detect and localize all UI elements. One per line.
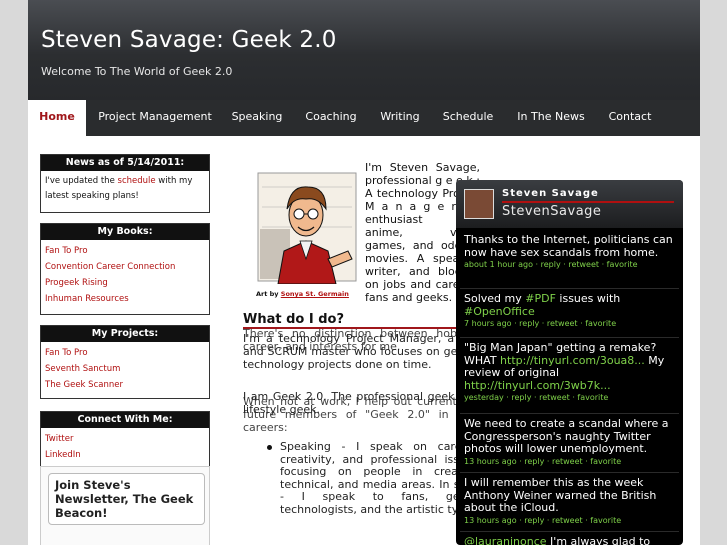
news-box-body: I've updated the schedule with my latest… [41, 171, 209, 207]
book-link[interactable]: Convention Career Connection [45, 259, 205, 275]
twitter-avatar[interactable] [464, 189, 494, 219]
tweet-text: I'm always glad to [546, 535, 651, 545]
tweet-divider [460, 531, 679, 532]
twitter-link[interactable]: Twitter [45, 431, 205, 447]
tweet-divider [460, 288, 679, 289]
project-link[interactable]: Fan To Pro [45, 345, 205, 361]
tweet-divider [460, 472, 679, 473]
projects-box: My Projects: Fan To Pro Seventh Sanctum … [40, 325, 210, 399]
tweet-divider [460, 413, 679, 414]
credit-prefix: Art by [256, 290, 281, 298]
nav-home[interactable]: Home [28, 100, 86, 136]
overlap-paragraph-hobbies: There's no distinction between hobbies, … [243, 327, 483, 353]
tweet-link[interactable]: http://tinyurl.com/3oua8... [500, 354, 645, 367]
tweet-text: I will remember this as the week Anthony… [464, 476, 657, 514]
tweet-text: We need to create a scandal where a Cong… [464, 417, 669, 455]
tweet: I will remember this as the week Anthony… [464, 476, 674, 527]
books-box-title: My Books: [41, 224, 209, 240]
connect-list: Twitter LinkedIn [41, 428, 209, 466]
project-link[interactable]: The Geek Scanner [45, 377, 205, 393]
speaking-bullet: Speaking - I speak on careers, creativit… [280, 440, 482, 516]
tweet-link[interactable]: #OpenOffice [464, 305, 535, 318]
nav-writing[interactable]: Writing [375, 100, 425, 136]
nav-in-the-news[interactable]: In The News [512, 100, 590, 136]
news-box: News as of 5/14/2011: I've updated the s… [40, 154, 210, 213]
tweet-text: issues with [555, 292, 621, 305]
connect-box: Connect With Me: Twitter LinkedIn [40, 411, 210, 468]
site-title[interactable]: Steven Savage: Geek 2.0 [41, 27, 337, 53]
tweet: We need to create a scandal where a Cong… [464, 417, 674, 468]
tweet: "Big Man Japan" getting a remake? WHAT h… [464, 341, 674, 404]
nav-project-management[interactable]: Project Management [90, 100, 220, 136]
twitter-header-rule [502, 201, 674, 203]
books-box: My Books: Fan To Pro Convention Career C… [40, 223, 210, 315]
page: Steven Savage: Geek 2.0 Welcome To The W… [28, 0, 700, 545]
tweet: @lauraninonce I'm always glad to [464, 535, 674, 545]
twitter-widget-header: Steven Savage StevenSavage [456, 180, 683, 228]
twitter-handle[interactable]: StevenSavage [502, 204, 601, 219]
twitter-widget: Steven Savage StevenSavage Thanks to the… [456, 180, 683, 545]
schedule-link[interactable]: schedule [118, 176, 156, 186]
tweet-meta-actions[interactable]: yesterday · reply · retweet · favorite [464, 392, 674, 404]
tweet-link[interactable]: #PDF [525, 292, 556, 305]
bullet-dot [267, 445, 272, 450]
tweet-meta-actions[interactable]: 13 hours ago · reply · retweet · favorit… [464, 515, 674, 527]
nav-schedule[interactable]: Schedule [438, 100, 498, 136]
book-link[interactable]: Fan To Pro [45, 243, 205, 259]
tweet-meta-actions[interactable]: about 1 hour ago · reply · retweet · fav… [464, 259, 674, 271]
nav-speaking[interactable]: Speaking [226, 100, 288, 136]
content-area: News as of 5/14/2011: I've updated the s… [28, 136, 700, 545]
projects-list: Fan To Pro Seventh Sanctum The Geek Scan… [41, 342, 209, 396]
tweet-divider [460, 337, 679, 338]
nav-coaching[interactable]: Coaching [298, 100, 364, 136]
news-box-title: News as of 5/14/2011: [41, 155, 209, 171]
book-link[interactable]: Inhuman Resources [45, 291, 205, 307]
linkedin-link[interactable]: LinkedIn [45, 447, 205, 463]
author-caricature [257, 172, 357, 284]
artist-link[interactable]: Sonya St. Germain [281, 290, 349, 298]
tweet-meta-actions[interactable]: 13 hours ago · reply · retweet · favorit… [464, 456, 674, 468]
tweet-text: Solved my [464, 292, 526, 305]
tweet-link[interactable]: @lauraninonce [464, 535, 547, 545]
news-text: I've updated the [45, 176, 118, 186]
main-nav: Home Project Management Speaking Coachin… [28, 100, 700, 136]
tweet: Solved my #PDF issues with #OpenOffice 7 … [464, 292, 674, 330]
tweet: Thanks to the Internet, politicians can … [464, 233, 674, 271]
twitter-display-name: Steven Savage [502, 188, 599, 199]
help-paragraph: When not at work, I help out current and… [243, 395, 483, 434]
tweet-meta-actions[interactable]: 7 hours ago · reply · retweet · favorite [464, 318, 674, 330]
nav-contact[interactable]: Contact [602, 100, 658, 136]
tweet-text: Thanks to the Internet, politicians can … [464, 233, 673, 259]
newsletter-button[interactable]: Join Steve's Newsletter, The Geek Beacon… [48, 473, 205, 525]
art-credit: Art by Sonya St. Germain [256, 290, 349, 298]
project-link[interactable]: Seventh Sanctum [45, 361, 205, 377]
site-header: Steven Savage: Geek 2.0 Welcome To The W… [28, 0, 700, 100]
books-list: Fan To Pro Convention Career Connection … [41, 240, 209, 310]
projects-box-title: My Projects: [41, 326, 209, 342]
connect-box-title: Connect With Me: [41, 412, 209, 428]
site-tagline: Welcome To The World of Geek 2.0 [41, 65, 233, 78]
tweet-link[interactable]: http://tinyurl.com/3wb7k... [464, 379, 611, 392]
book-link[interactable]: Progeek Rising [45, 275, 205, 291]
